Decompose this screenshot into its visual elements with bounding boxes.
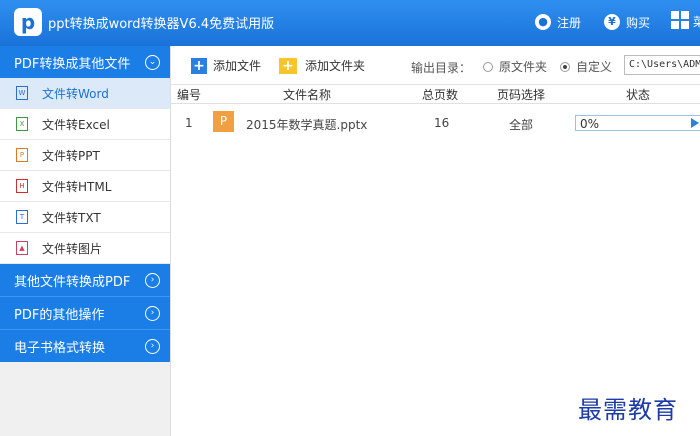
category-pdf-other-ops[interactable]: PDF的其他操作 › <box>0 296 170 329</box>
folder-plus-icon: + <box>279 57 297 74</box>
output-dir-label: 输出目录： <box>411 61 472 75</box>
sidebar-item-txt[interactable]: T 文件转TXT <box>0 202 170 233</box>
buy-label: 购买 <box>626 15 651 30</box>
chevron-right-icon: › <box>145 306 160 321</box>
sidebar-item-label: 文件转TXT <box>42 210 101 225</box>
col-header-status: 状态 <box>626 88 651 102</box>
chevron-down-icon: ⌄ <box>145 55 160 70</box>
col-header-filename: 文件名称 <box>283 88 332 102</box>
row-page-select[interactable]: 全部 <box>509 116 533 133</box>
chevron-right-icon: › <box>145 273 160 288</box>
radio-original-folder[interactable]: 原文件夹 <box>483 58 547 75</box>
sidebar-item-label: 文件转Excel <box>42 117 110 132</box>
sidebar-item-ppt[interactable]: P 文件转PPT <box>0 140 170 171</box>
menu-label-cut[interactable]: 菜 <box>693 13 700 30</box>
yen-icon: ¥ <box>604 14 620 30</box>
radio-selected-icon <box>560 61 570 72</box>
row-pages: 16 <box>434 116 450 130</box>
progress-bar: 0% <box>575 115 700 131</box>
sidebar-item-html[interactable]: H 文件转HTML <box>0 171 170 202</box>
category-label: PDF转换成其他文件 <box>14 56 131 72</box>
txt-file-icon: T <box>16 210 28 224</box>
category-pdf-to-other[interactable]: PDF转换成其他文件 ⌄ <box>0 46 170 78</box>
category-label: PDF的其他操作 <box>14 307 105 323</box>
sub-item-list: W 文件转Word X 文件转Excel P 文件转PPT H 文件转HTML … <box>0 78 170 264</box>
category-other-to-pdf[interactable]: 其他文件转换成PDF › <box>0 264 170 296</box>
sidebar-item-label: 文件转PPT <box>42 148 100 163</box>
radio-label: 自定义 <box>576 60 613 74</box>
ppt-file-icon: P <box>16 148 28 162</box>
sidebar-item-word[interactable]: W 文件转Word <box>0 78 170 109</box>
add-file-button[interactable]: + 添加文件 <box>191 57 261 74</box>
col-header-index: 编号 <box>177 88 202 102</box>
plus-icon: + <box>191 57 207 74</box>
row-filename: 2015年数学真题.pptx <box>246 118 368 132</box>
radio-icon <box>483 61 493 72</box>
app-logo: p <box>14 8 42 36</box>
user-icon: ● <box>535 14 551 30</box>
ppt-file-icon: P <box>213 111 234 132</box>
sidebar-item-label: 文件转HTML <box>42 179 112 194</box>
sidebar-item-excel[interactable]: X 文件转Excel <box>0 109 170 140</box>
category-label: 其他文件转换成PDF <box>14 274 131 290</box>
col-header-pages: 总页数 <box>422 88 459 102</box>
html-file-icon: H <box>16 179 28 193</box>
col-header-page-select: 页码选择 <box>497 88 546 102</box>
excel-file-icon: X <box>16 117 28 131</box>
register-button[interactable]: ● 注册 <box>535 11 581 33</box>
play-icon[interactable] <box>691 118 699 128</box>
add-folder-button[interactable]: + 添加文件夹 <box>279 57 365 74</box>
chevron-right-icon: › <box>145 339 160 354</box>
radio-label: 原文件夹 <box>499 60 548 74</box>
register-label: 注册 <box>557 15 582 30</box>
category-ebook-convert[interactable]: 电子书格式转换 › <box>0 329 170 362</box>
sidebar-item-label: 文件转Word <box>42 86 109 101</box>
image-file-icon: ▲ <box>16 241 28 255</box>
sidebar: PDF转换成其他文件 ⌄ W 文件转Word X 文件转Excel P 文件转P… <box>0 46 171 436</box>
add-folder-label: 添加文件夹 <box>305 59 366 73</box>
sidebar-item-label: 文件转图片 <box>42 241 103 256</box>
toolbar: + 添加文件 + 添加文件夹 输出目录： 原文件夹 自定义 C:\Users\A… <box>171 46 700 85</box>
output-path-field[interactable]: C:\Users\ADMINI <box>624 55 700 75</box>
watermark-text: 最需教育 <box>578 396 678 424</box>
category-label: 电子书格式转换 <box>14 340 106 356</box>
row-index: 1 <box>185 116 193 130</box>
add-file-label: 添加文件 <box>213 59 262 73</box>
word-file-icon: W <box>16 86 28 100</box>
buy-button[interactable]: ¥ 购买 <box>604 11 650 33</box>
sidebar-item-image[interactable]: ▲ 文件转图片 <box>0 233 170 264</box>
radio-custom[interactable]: 自定义 <box>560 58 612 75</box>
grid-icon[interactable] <box>671 11 689 29</box>
app-title: ppt转换成word转换器V6.4免费试用版 <box>48 17 275 32</box>
table-header: 编号 文件名称 总页数 页码选择 状态 <box>171 85 700 104</box>
table-row[interactable]: 1 P 2015年数学真题.pptx 16 全部 0% <box>171 108 700 138</box>
title-bar: p ppt转换成word转换器V6.4免费试用版 ● 注册 ¥ 购买 菜 <box>0 0 700 46</box>
